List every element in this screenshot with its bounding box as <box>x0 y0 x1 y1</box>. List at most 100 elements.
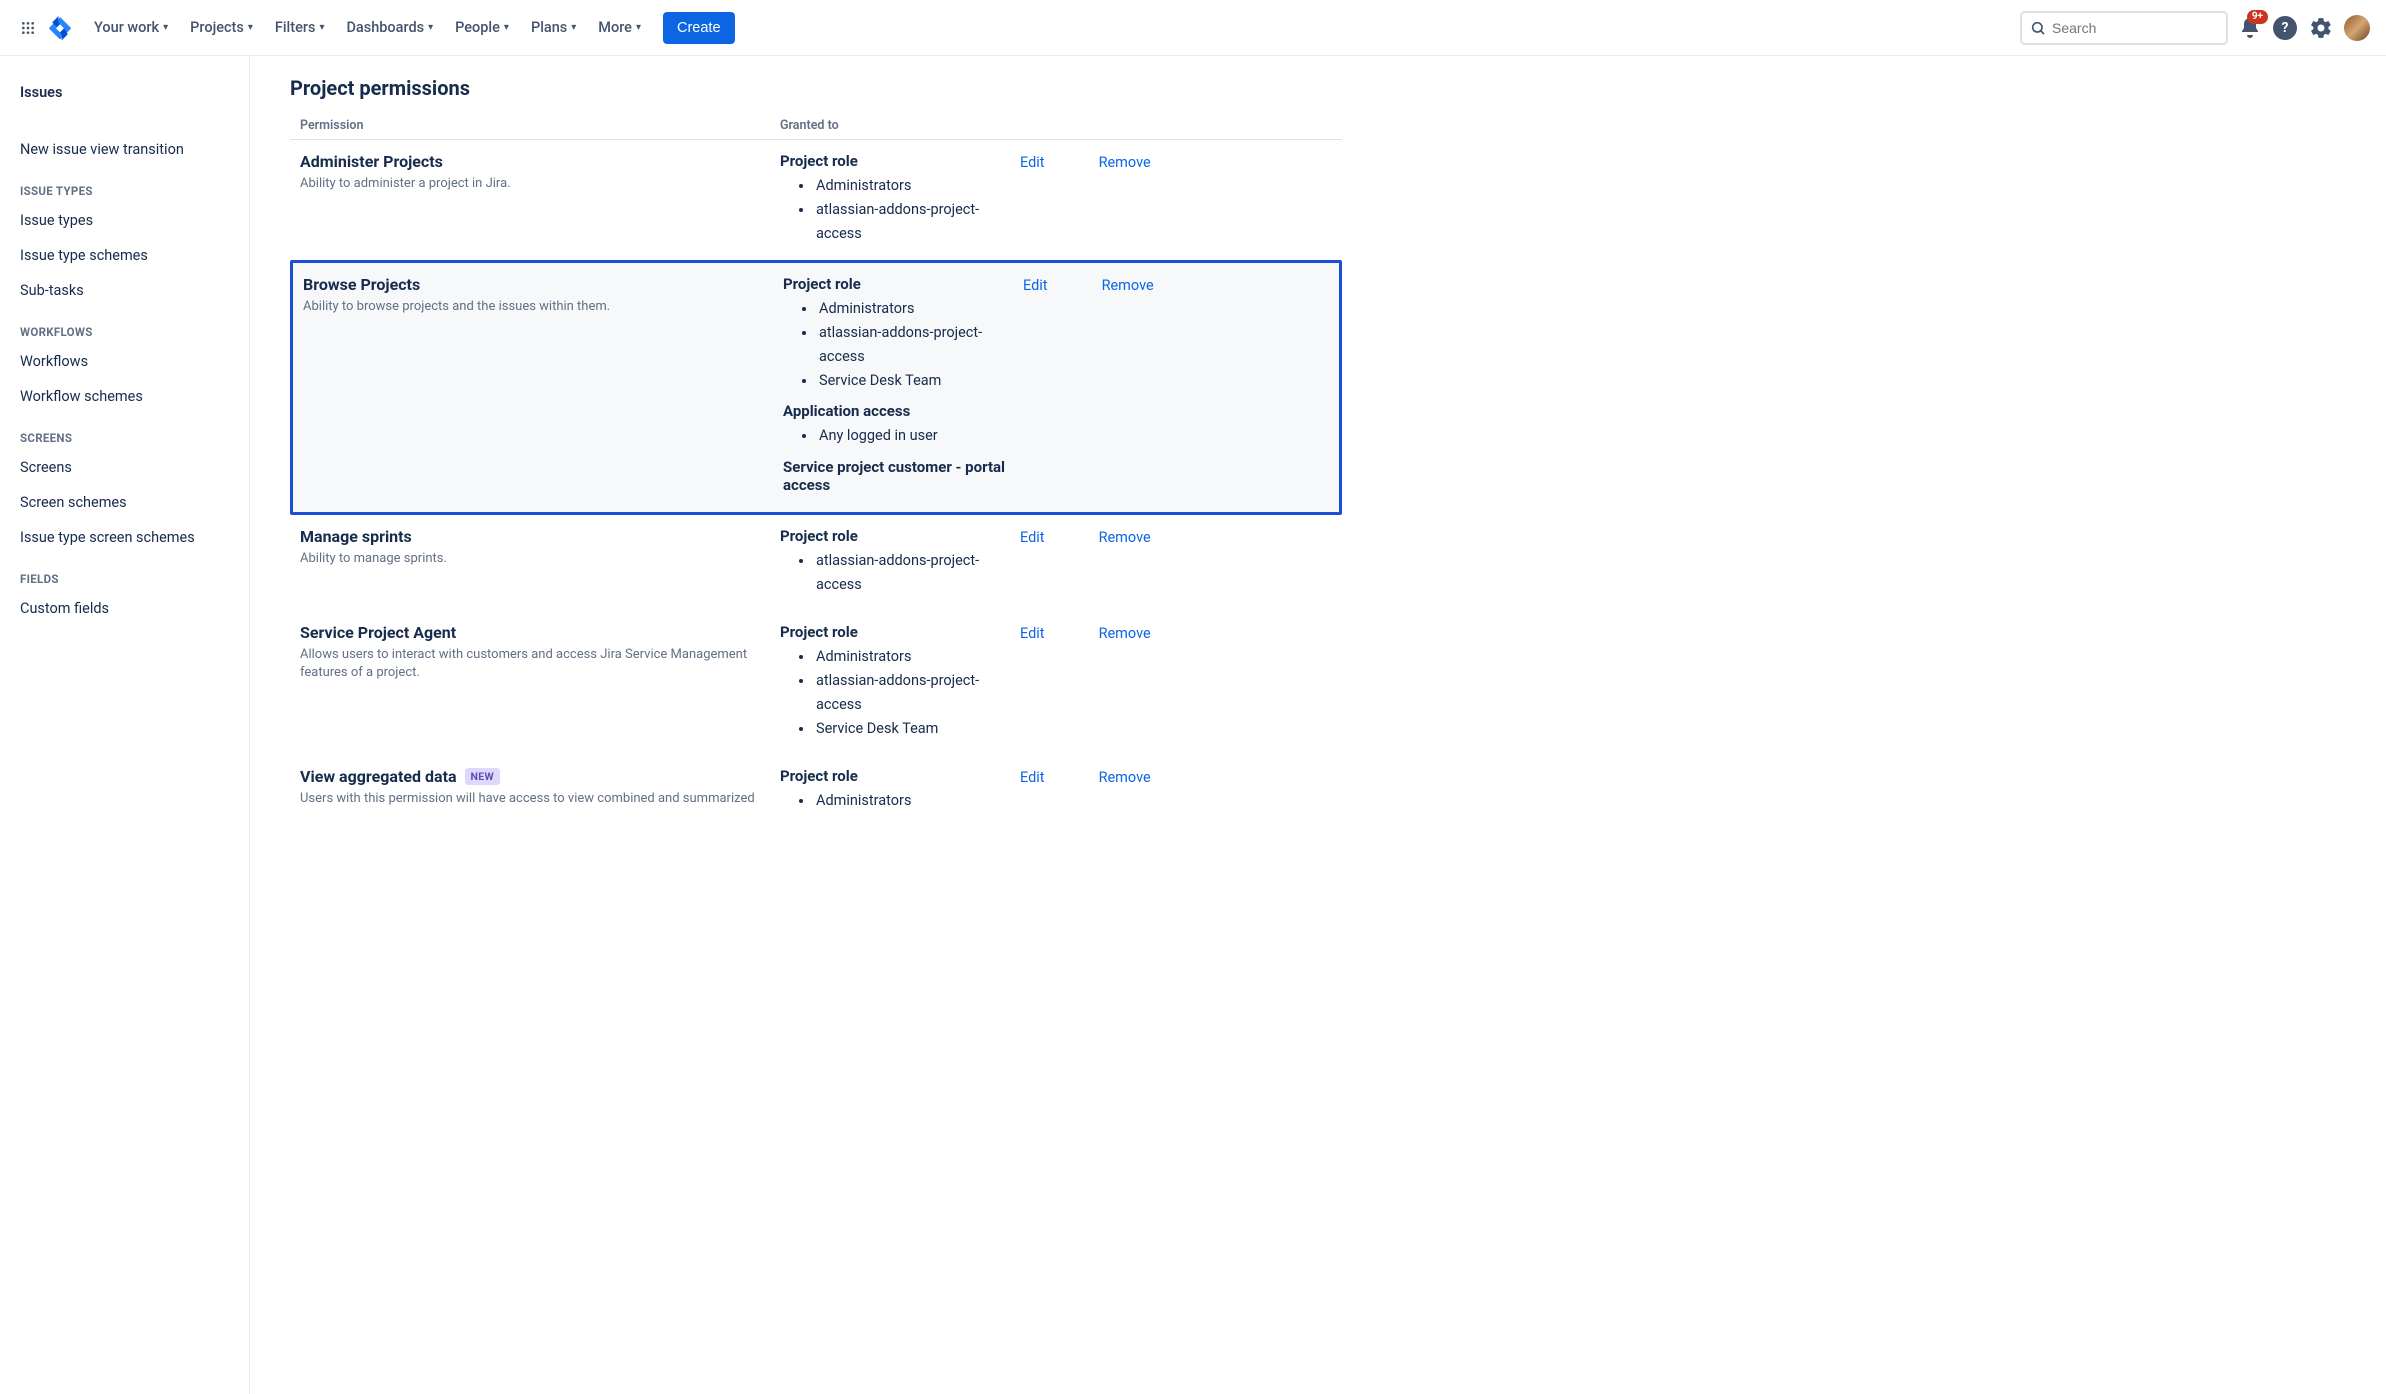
nav-item-dashboards[interactable]: Dashboards ▾ <box>336 13 443 42</box>
sidebar-item-issue-type-schemes[interactable]: Issue type schemes <box>12 239 241 272</box>
grant-list-item: Any logged in user <box>817 424 1011 448</box>
remove-link[interactable]: Remove <box>1099 154 1151 171</box>
sidebar-item-issues[interactable]: Issues <box>12 76 241 109</box>
grant-group-header: Project role <box>780 767 1008 785</box>
edit-link[interactable]: Edit <box>1020 154 1045 171</box>
granted-to: Project roleAdministratorsatlassian-addo… <box>780 623 1020 741</box>
chevron-down-icon: ▾ <box>319 22 324 33</box>
grant-group-header: Application access <box>783 402 1011 420</box>
nav-item-more[interactable]: More▾ <box>588 13 651 42</box>
sidebar-section-header: WORKFLOWS <box>12 309 241 345</box>
edit-link[interactable]: Edit <box>1023 277 1048 294</box>
topnav-left: Your work▾Projects▾Filters▾Dashboards▾Pe… <box>16 12 735 44</box>
chevron-down-icon: ▾ <box>428 22 433 33</box>
permission-info: Service Project AgentAllows users to int… <box>300 623 780 682</box>
grant-list: Administratorsatlassian-addons-project-a… <box>780 174 1008 246</box>
nav-items: Your work▾Projects▾Filters▾Dashboards▾Pe… <box>84 13 651 42</box>
create-button[interactable]: Create <box>663 12 735 44</box>
permission-row: Browse ProjectsAbility to browse project… <box>290 260 1342 516</box>
granted-to: Project role Administratorsatlassian-addo… <box>780 152 1020 246</box>
nav-item-people[interactable]: People ▾ <box>445 13 519 42</box>
permission-description: Ability to browse projects and the issue… <box>303 298 763 316</box>
grant-list-item: atlassian-addons-project-access <box>814 198 1008 246</box>
body: Issues New issue view transition ISSUE T… <box>0 56 2386 1394</box>
sidebar-item-workflow-schemes[interactable]: Workflow schemes <box>12 380 241 413</box>
chevron-down-icon: ▾ <box>248 22 253 33</box>
edit-link[interactable]: Edit <box>1020 529 1045 546</box>
gear-icon <box>2309 16 2333 40</box>
profile-avatar[interactable] <box>2344 15 2370 41</box>
nav-item-your-work[interactable]: Your work ▾ <box>84 13 178 42</box>
app-switcher-icon[interactable] <box>16 16 40 40</box>
column-header-granted-to: Granted to <box>780 118 1332 133</box>
permission-description: Ability to manage sprints. <box>300 550 760 568</box>
remove-link[interactable]: Remove <box>1102 277 1154 294</box>
settings-button[interactable] <box>2308 15 2334 41</box>
sidebar-item-sub-tasks[interactable]: Sub-tasks <box>12 274 241 307</box>
notifications-button[interactable]: 9+ <box>2238 16 2262 40</box>
sidebar-section-header: ISSUE TYPES <box>12 168 241 204</box>
permission-info: View aggregated dataNEWUsers with this p… <box>300 767 780 808</box>
permission-row: Manage sprintsAbility to manage sprints.… <box>290 515 1342 611</box>
nav-item-plans[interactable]: Plans▾ <box>521 13 586 42</box>
nav-item-label: Plans <box>531 19 567 36</box>
remove-link[interactable]: Remove <box>1099 529 1151 546</box>
permissions-table-header: Permission Granted to <box>290 112 1342 140</box>
grant-list-item: Service Desk Team <box>817 369 1011 393</box>
grant-list: Any logged in user <box>783 424 1011 448</box>
main-content: Project permissions Permission Granted t… <box>250 56 1370 1394</box>
sidebar-item-workflows[interactable]: Workflows <box>12 345 241 378</box>
grant-list: Administrators <box>780 789 1008 813</box>
edit-link[interactable]: Edit <box>1020 625 1045 642</box>
nav-item-label: Filters <box>275 19 316 36</box>
permission-actions: Edit Remove <box>1023 275 1154 294</box>
grant-list: atlassian-addons-project-access <box>780 549 1008 597</box>
sidebar-item-new-issue-view-transition[interactable]: New issue view transition <box>12 133 241 166</box>
edit-link[interactable]: Edit <box>1020 769 1045 786</box>
grant-list-item: Administrators <box>814 645 1008 669</box>
search-input[interactable] <box>2052 20 2233 36</box>
permission-name: View aggregated dataNEW <box>300 767 760 786</box>
sidebar-item-issue-type-screen-schemes[interactable]: Issue type screen schemes <box>12 521 241 554</box>
sidebar: Issues New issue view transition ISSUE T… <box>0 56 250 1394</box>
granted-to: Project role Administrators <box>780 767 1020 813</box>
granted-to: Project role atlassian-addons-project-acc… <box>780 527 1020 597</box>
permission-actions: Edit Remove <box>1020 527 1151 546</box>
notifications-badge: 9+ <box>2247 10 2268 24</box>
nav-item-filters[interactable]: Filters▾ <box>265 13 335 42</box>
top-navigation: Your work▾Projects▾Filters▾Dashboards▾Pe… <box>0 0 2386 56</box>
grant-list-item: Service Desk Team <box>814 717 1008 741</box>
search-box[interactable] <box>2020 11 2228 45</box>
jira-logo-icon[interactable] <box>48 16 72 40</box>
grant-list-item: Administrators <box>817 297 1011 321</box>
chevron-down-icon: ▾ <box>504 22 509 33</box>
grant-list-item: atlassian-addons-project-access <box>814 669 1008 717</box>
nav-item-projects[interactable]: Projects▾ <box>180 13 263 42</box>
permission-info: Administer Projects Ability to administer… <box>300 152 780 193</box>
remove-link[interactable]: Remove <box>1099 625 1151 642</box>
permission-actions: Edit Remove <box>1020 152 1151 171</box>
grant-list-item: Administrators <box>814 174 1008 198</box>
help-icon: ? <box>2273 16 2297 40</box>
nav-item-label: Dashboards <box>346 19 424 36</box>
sidebar-item-issue-types[interactable]: Issue types <box>12 204 241 237</box>
chevron-down-icon: ▾ <box>163 22 168 33</box>
help-button[interactable]: ? <box>2272 15 2298 41</box>
nav-item-label: People <box>455 19 500 36</box>
grant-group-header: Project role <box>780 152 1008 170</box>
sidebar-item-screens[interactable]: Screens <box>12 451 241 484</box>
nav-item-label: Your work <box>94 19 159 36</box>
granted-to: Project roleAdministratorsatlassian-addo… <box>783 275 1023 499</box>
remove-link[interactable]: Remove <box>1099 769 1151 786</box>
search-icon <box>2030 20 2046 36</box>
grant-list: Administratorsatlassian-addons-project-a… <box>783 297 1011 393</box>
grant-list-item: atlassian-addons-project-access <box>814 549 1008 597</box>
sidebar-item-screen-schemes[interactable]: Screen schemes <box>12 486 241 519</box>
sidebar-item-custom-fields[interactable]: Custom fields <box>12 592 241 625</box>
permission-description: Ability to administer a project in Jira. <box>300 175 760 193</box>
chevron-down-icon: ▾ <box>636 22 641 33</box>
permission-name: Administer Projects <box>300 152 760 171</box>
grant-group-header: Project role <box>780 527 1008 545</box>
permission-row: Service Project AgentAllows users to int… <box>290 611 1342 755</box>
grant-list-item: atlassian-addons-project-access <box>817 321 1011 369</box>
